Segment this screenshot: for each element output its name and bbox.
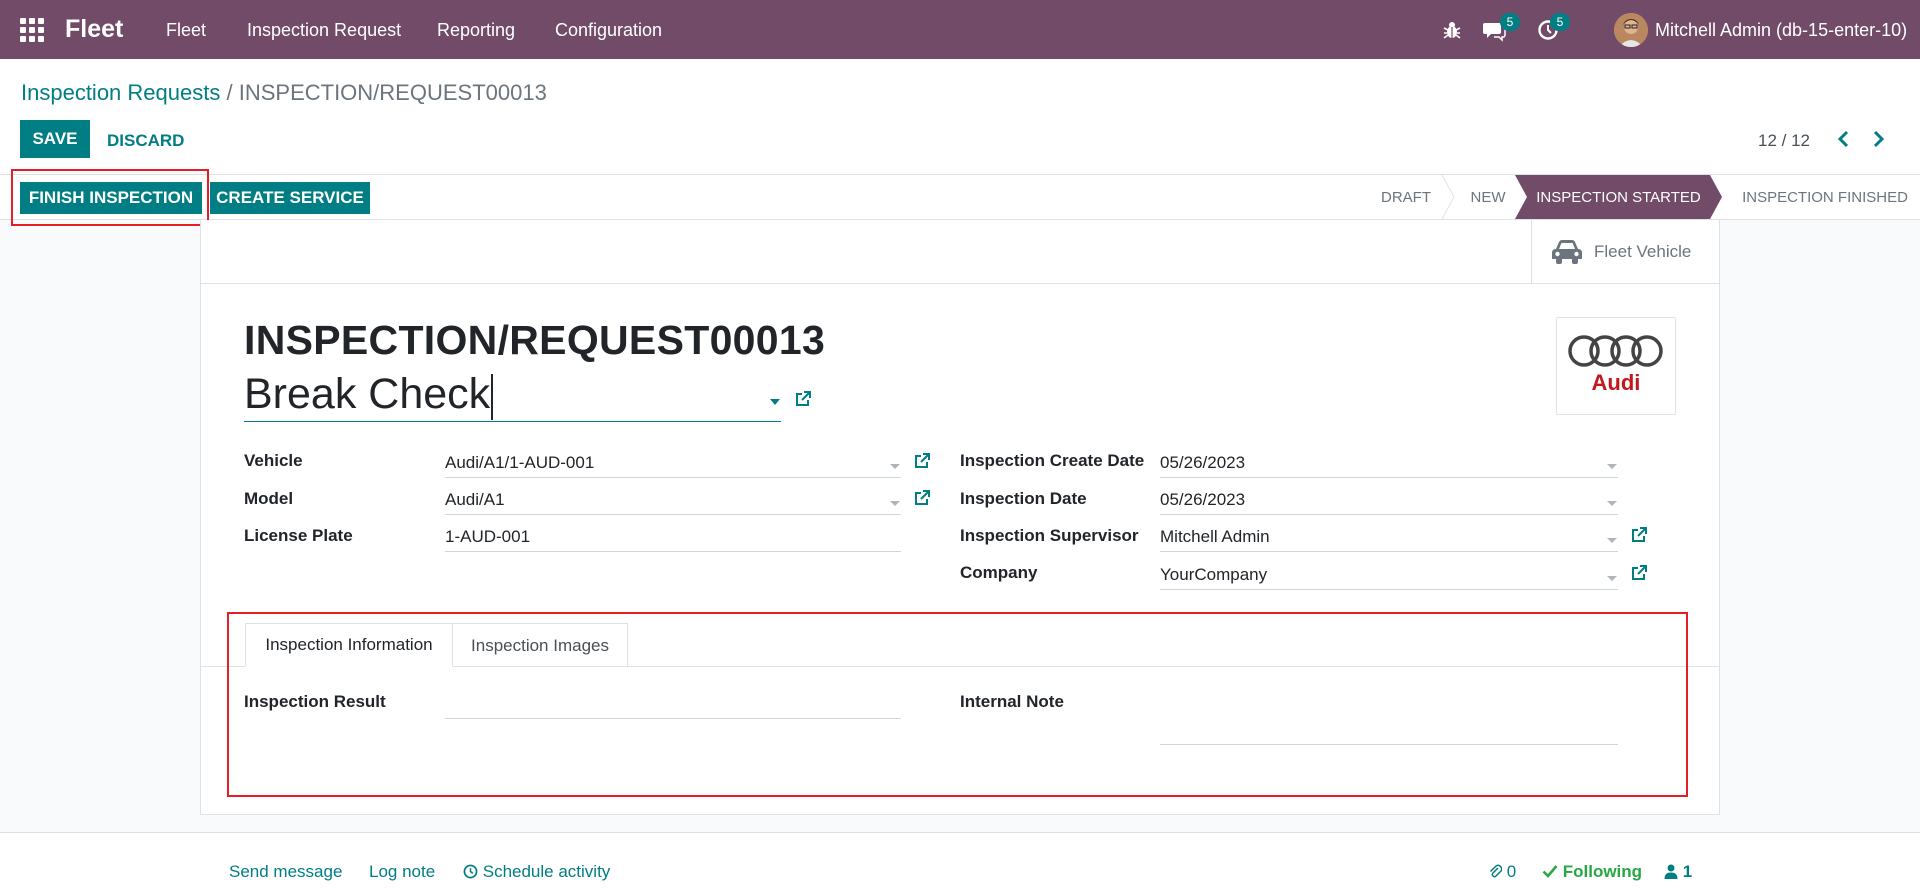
discard-button[interactable]: DISCARD	[107, 131, 184, 151]
clock-icon	[463, 864, 478, 879]
menu-reporting[interactable]: Reporting	[437, 20, 515, 41]
followers-button[interactable]: 1	[1664, 862, 1692, 882]
pager-next-icon[interactable]	[1868, 128, 1888, 150]
inspection-date-label: Inspection Date	[960, 489, 1087, 508]
apps-menu-icon[interactable]	[20, 18, 44, 42]
internal-note-label: Internal Note	[960, 692, 1064, 711]
license-plate-label: License Plate	[244, 526, 353, 545]
create-service-button[interactable]: CREATE SERVICE	[210, 182, 370, 214]
name-dropdown-caret-icon[interactable]	[770, 399, 780, 405]
activities-count-badge: 5	[1550, 13, 1570, 31]
inspection-result-label: Inspection Result	[244, 692, 386, 711]
model-dropdown-caret-icon[interactable]	[890, 501, 900, 506]
vehicle-dropdown-caret-icon[interactable]	[890, 464, 900, 469]
debug-bug-icon[interactable]	[1440, 18, 1464, 42]
record-reference: INSPECTION/REQUEST00013	[244, 317, 826, 363]
control-panel	[0, 59, 1920, 174]
inspection-result-field[interactable]	[445, 689, 901, 719]
internal-note-field[interactable]	[1160, 689, 1618, 745]
license-plate-field[interactable]: 1-AUD-001	[445, 522, 901, 552]
following-button[interactable]: Following	[1542, 862, 1642, 882]
tab-inspection-information[interactable]: Inspection Information	[245, 623, 453, 667]
user-menu[interactable]: Mitchell Admin (db-15-enter-10)	[1655, 20, 1907, 41]
pager-previous-icon[interactable]	[1834, 128, 1854, 150]
breadcrumb-separator: /	[226, 80, 233, 105]
stage-draft[interactable]: DRAFT	[1370, 175, 1442, 219]
model-external-link-icon[interactable]	[913, 489, 931, 507]
attachments-count: 0	[1506, 862, 1517, 881]
text-cursor	[491, 373, 494, 420]
followers-count: 1	[1682, 862, 1693, 881]
inspection-date-dropdown-caret-icon[interactable]	[1607, 501, 1617, 506]
supervisor-external-link-icon[interactable]	[1630, 526, 1648, 544]
vehicle-field[interactable]: Audi/A1/1-AUD-001	[445, 448, 901, 478]
menu-fleet[interactable]: Fleet	[166, 20, 206, 41]
vehicle-external-link-icon[interactable]	[913, 452, 931, 470]
inspection-supervisor-field[interactable]: Mitchell Admin	[1160, 522, 1618, 552]
company-external-link-icon[interactable]	[1630, 564, 1648, 582]
stage-new[interactable]: NEW	[1456, 175, 1520, 219]
inspection-name-input[interactable]: Break Check	[244, 370, 781, 422]
app-brand[interactable]: Fleet	[65, 15, 123, 44]
user-icon	[1664, 864, 1678, 879]
company-label: Company	[960, 563, 1038, 582]
top-navbar: Fleet Fleet Inspection Request Reporting…	[0, 0, 1920, 59]
create-date-dropdown-caret-icon[interactable]	[1607, 464, 1617, 469]
messages-count-badge: 5	[1500, 13, 1520, 31]
inspection-date-field[interactable]: 05/26/2023	[1160, 485, 1618, 515]
schedule-activity-label: Schedule activity	[482, 862, 611, 881]
check-icon	[1542, 865, 1558, 878]
tab-inspection-images[interactable]: Inspection Images	[452, 623, 628, 667]
attachments-button[interactable]: 0	[1488, 862, 1516, 882]
schedule-activity-button[interactable]: Schedule activity	[463, 862, 610, 882]
stage-inspection-started[interactable]: INSPECTION STARTED	[1515, 175, 1722, 219]
following-label: Following	[1562, 862, 1643, 881]
paperclip-icon	[1489, 864, 1503, 878]
status-bar: FINISH INSPECTION CREATE SERVICE DRAFT N…	[0, 174, 1920, 220]
user-avatar[interactable]	[1614, 13, 1648, 47]
model-label: Model	[244, 489, 294, 508]
inspection-supervisor-label: Inspection Supervisor	[960, 526, 1139, 545]
breadcrumb-inspection-requests[interactable]: Inspection Requests	[21, 80, 220, 105]
stage-separator	[1442, 175, 1454, 219]
stage-inspection-finished[interactable]: INSPECTION FINISHED	[1730, 175, 1920, 219]
form-sheet: Fleet Vehicle INSPECTION/REQUEST00013 Br…	[200, 220, 1720, 815]
name-external-link-icon[interactable]	[794, 390, 812, 408]
send-message-button[interactable]: Send message	[229, 862, 342, 882]
company-field[interactable]: YourCompany	[1160, 560, 1618, 590]
logo-text: Audi	[1591, 370, 1641, 395]
fleet-vehicle-label: Fleet Vehicle	[1594, 242, 1692, 261]
supervisor-dropdown-caret-icon[interactable]	[1607, 538, 1617, 543]
inspection-name-text: Break Check	[244, 370, 491, 418]
vehicle-brand-logo: Audi	[1556, 317, 1676, 415]
smart-button-box: Fleet Vehicle	[201, 220, 1719, 284]
breadcrumb: Inspection Requests / INSPECTION/REQUEST…	[21, 80, 547, 106]
vehicle-label: Vehicle	[244, 451, 303, 470]
finish-inspection-button[interactable]: FINISH INSPECTION	[20, 182, 202, 214]
company-dropdown-caret-icon[interactable]	[1607, 576, 1617, 581]
log-note-button[interactable]: Log note	[369, 862, 435, 882]
inspection-create-date-label: Inspection Create Date	[960, 451, 1145, 470]
car-icon	[1552, 240, 1582, 264]
pager-value[interactable]: 12 / 12	[1758, 131, 1810, 151]
menu-inspection-request[interactable]: Inspection Request	[247, 20, 401, 41]
inspection-create-date-field[interactable]: 05/26/2023	[1160, 448, 1618, 478]
breadcrumb-current: INSPECTION/REQUEST00013	[238, 80, 547, 105]
menu-configuration[interactable]: Configuration	[555, 20, 662, 41]
save-button[interactable]: SAVE	[20, 120, 90, 158]
fleet-vehicle-smart-button[interactable]: Fleet Vehicle	[1531, 220, 1719, 284]
model-field[interactable]: Audi/A1	[445, 485, 901, 515]
